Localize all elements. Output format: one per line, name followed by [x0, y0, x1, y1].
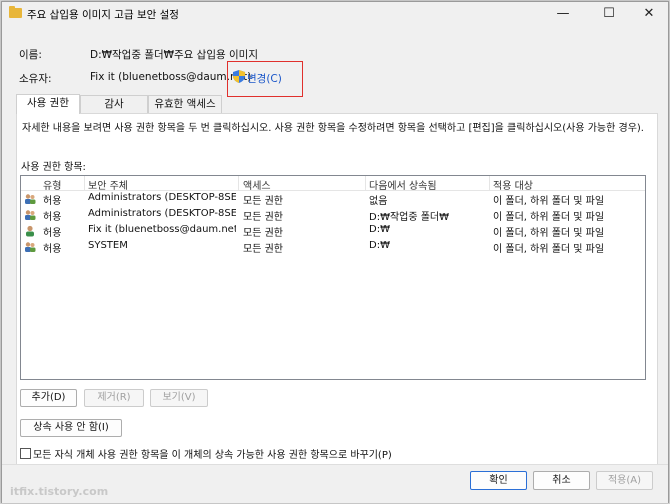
- cancel-button[interactable]: 취소: [533, 471, 590, 490]
- dialog-body: 이름: D:₩작업중 폴더₩주요 삽입용 이미지 소유자: Fix it (bl…: [2, 26, 668, 502]
- close-button[interactable]: ✕: [634, 2, 664, 26]
- minimize-button[interactable]: —: [548, 2, 578, 26]
- row-applies-to: 이 폴더, 하위 폴더 및 파일: [493, 228, 605, 239]
- watermark: itfix.tistory.com: [10, 485, 109, 498]
- folder-icon: [9, 6, 22, 18]
- name-label: 이름:: [19, 49, 42, 61]
- table-row[interactable]: 허용 SYSTEM 모든 권한 D:₩ 이 폴더, 하위 폴더 및 파일: [21, 239, 645, 255]
- user-icon: [26, 225, 34, 237]
- row-applies-to: 이 폴더, 하위 폴더 및 파일: [493, 212, 605, 223]
- column-type[interactable]: 유형: [43, 177, 61, 192]
- row-principal: Administrators (DESKTOP-8SEA...: [88, 208, 236, 219]
- row-applies-to: 이 폴더, 하위 폴더 및 파일: [493, 196, 605, 207]
- permissions-panel: 자세한 내용을 보려면 사용 권한 항목을 두 번 클릭하십시오. 사용 권한 …: [16, 113, 658, 471]
- row-access: 모든 권한: [243, 228, 283, 239]
- group-icon: [25, 242, 36, 252]
- column-inherited-from[interactable]: 다음에서 상속됨: [369, 177, 437, 192]
- replace-child-permissions-checkbox[interactable]: [20, 448, 31, 459]
- row-type: 허용: [43, 244, 62, 255]
- table-row[interactable]: 허용 Fix it (bluenetboss@daum.net) 모든 권한 D…: [21, 223, 645, 239]
- row-type: 허용: [43, 212, 62, 223]
- table-row[interactable]: 허용 Administrators (DESKTOP-8SEA... 모든 권한…: [21, 207, 645, 223]
- row-applies-to: 이 폴더, 하위 폴더 및 파일: [493, 244, 605, 255]
- uac-shield-icon: [233, 70, 245, 83]
- maximize-button[interactable]: ☐: [594, 2, 624, 26]
- permissions-description: 자세한 내용을 보려면 사용 권한 항목을 두 번 클릭하십시오. 사용 권한 …: [22, 123, 644, 134]
- column-principal[interactable]: 보안 주체: [88, 177, 128, 192]
- row-type: 허용: [43, 196, 62, 207]
- row-inherited-from: D:₩: [369, 240, 390, 251]
- name-value[interactable]: D:₩작업중 폴더₩주요 삽입용 이미지: [90, 47, 258, 62]
- apply-button[interactable]: 적용(A): [596, 471, 653, 490]
- column-applies-to[interactable]: 적용 대상: [493, 177, 533, 192]
- title-bar[interactable]: 주요 삽입용 이미지 고급 보안 설정 — ☐ ✕: [2, 2, 668, 26]
- view-button[interactable]: 보기(V): [150, 389, 208, 407]
- change-owner-link[interactable]: 변경(C): [247, 71, 282, 86]
- group-icon: [25, 194, 36, 204]
- window-title: 주요 삽입용 이미지 고급 보안 설정: [27, 9, 179, 21]
- row-principal: SYSTEM: [88, 240, 128, 251]
- row-inherited-from: 없음: [369, 196, 388, 207]
- tab-auditing[interactable]: 감사: [80, 95, 148, 113]
- replace-child-permissions-label[interactable]: 모든 자식 개체 사용 권한 항목을 이 개체의 상속 가능한 사용 권한 항목…: [33, 446, 392, 461]
- row-inherited-from: D:₩: [369, 224, 390, 235]
- group-icon: [25, 210, 36, 220]
- row-access: 모든 권한: [243, 212, 283, 223]
- remove-button[interactable]: 제거(R): [84, 389, 144, 407]
- column-access[interactable]: 액세스: [243, 177, 271, 192]
- table-row[interactable]: 허용 Administrators (DESKTOP-8SEA... 모든 권한…: [21, 191, 645, 207]
- owner-label: 소유자:: [19, 73, 52, 85]
- disable-inheritance-button[interactable]: 상속 사용 안 함(I): [20, 419, 122, 437]
- add-button[interactable]: 추가(D): [20, 389, 77, 407]
- security-settings-window: 주요 삽입용 이미지 고급 보안 설정 — ☐ ✕ 이름: D:₩작업중 폴더₩…: [1, 1, 669, 503]
- ok-button[interactable]: 확인: [470, 471, 527, 490]
- list-header: 유형 보안 주체 액세스 다음에서 상속됨 적용 대상: [21, 176, 645, 192]
- entries-label: 사용 권한 항목:: [21, 162, 86, 173]
- row-principal: Administrators (DESKTOP-8SEA...: [88, 192, 236, 203]
- row-access: 모든 권한: [243, 244, 283, 255]
- row-inherited-from: D:₩작업중 폴더₩: [369, 212, 450, 223]
- row-type: 허용: [43, 228, 62, 239]
- tab-effective-access[interactable]: 유효한 액세스: [148, 95, 222, 113]
- row-access: 모든 권한: [243, 196, 283, 207]
- permission-entries-list[interactable]: 유형 보안 주체 액세스 다음에서 상속됨 적용 대상 허용 Administr…: [20, 175, 646, 380]
- row-principal: Fix it (bluenetboss@daum.net): [88, 224, 236, 235]
- tab-permissions[interactable]: 사용 권한: [16, 94, 80, 114]
